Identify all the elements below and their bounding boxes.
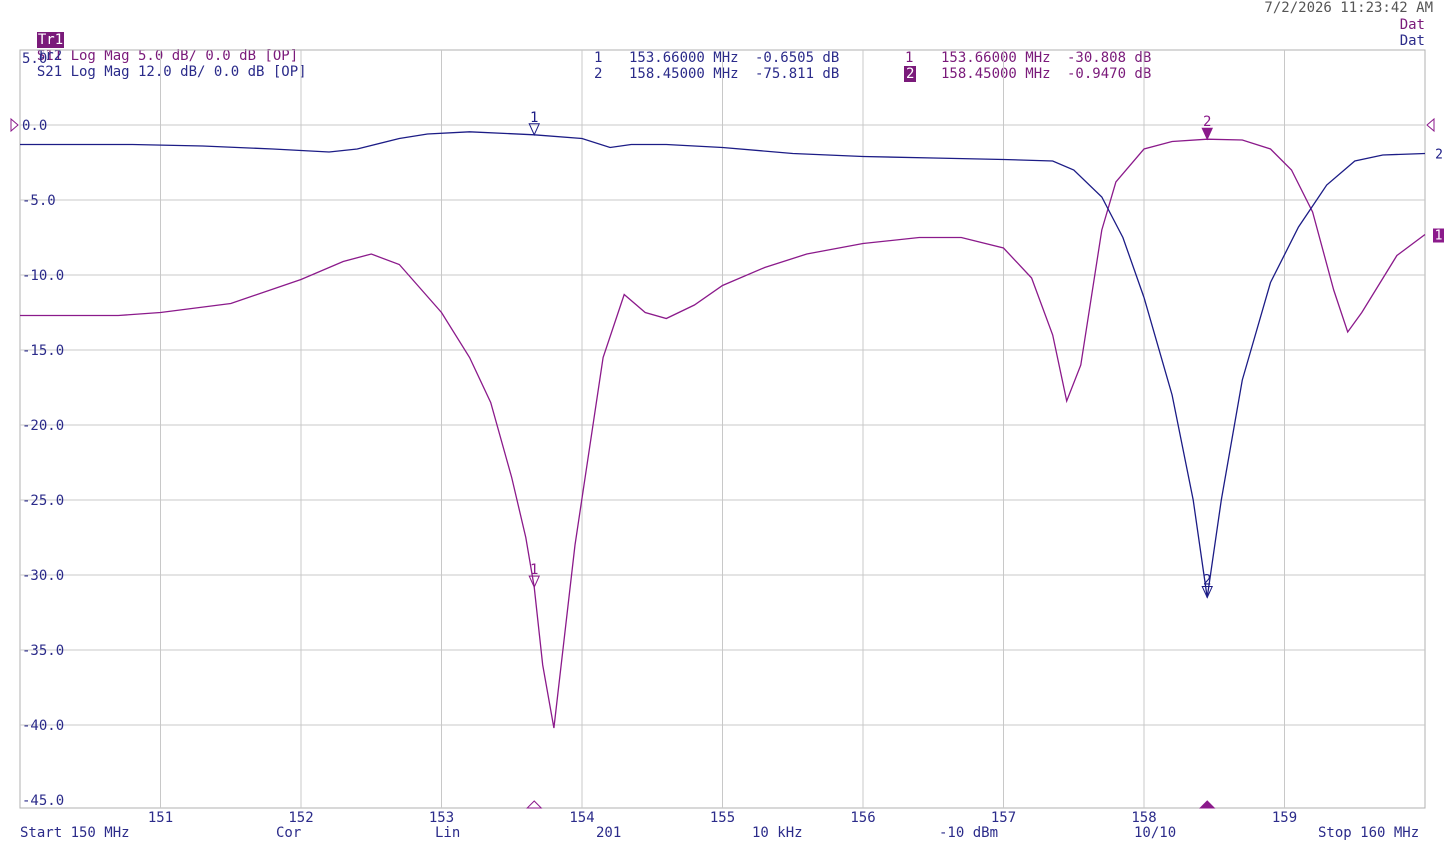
reference-arrow-right[interactable] xyxy=(1426,117,1435,133)
x-tick-label: 156 xyxy=(850,810,875,826)
y-tick-label: -20.0 xyxy=(22,418,64,434)
x-tick-label: 155 xyxy=(710,810,735,826)
x-tick-label: 159 xyxy=(1272,810,1297,826)
x-tick-label: 151 xyxy=(148,810,173,826)
x-tick-label: 154 xyxy=(569,810,594,826)
x-tick-label: 153 xyxy=(429,810,454,826)
x-tick-label: 152 xyxy=(288,810,313,826)
reference-arrow-left[interactable] xyxy=(10,117,19,133)
y-tick-label: -30.0 xyxy=(22,568,64,584)
marker-label: 2 xyxy=(1203,114,1211,130)
sweep-points[interactable]: 201 xyxy=(596,825,621,841)
y-tick-label: 0.0 xyxy=(22,118,47,134)
y-tick-label: -5.0 xyxy=(22,193,56,209)
trace-plot[interactable]: 5.0 0.0 -5.0 -10.0 -15.0 -20.0 -25.0 -30.0 -35.0… xyxy=(0,0,1445,843)
source-power[interactable]: -10 dBm xyxy=(939,825,998,841)
trace-end-label: 2 xyxy=(1435,148,1443,163)
stimulus-marker[interactable] xyxy=(1199,800,1216,809)
marker-label: 1 xyxy=(530,110,538,126)
y-tick-label: -15.0 xyxy=(22,343,64,359)
marker-label: 2 xyxy=(1203,573,1211,589)
y-tick-label: 5.0 xyxy=(22,51,47,67)
averaging-count: 10/10 xyxy=(1134,825,1177,841)
x-tick-label: 157 xyxy=(991,810,1016,826)
sweep-type[interactable]: Lin xyxy=(435,825,460,841)
y-tick-label: -10.0 xyxy=(22,268,64,284)
stop-frequency[interactable]: Stop 160 MHz xyxy=(1318,825,1419,841)
stimulus-marker[interactable] xyxy=(526,800,543,809)
correction-status: Cor xyxy=(276,825,302,841)
y-tick-label: -45.0 xyxy=(22,793,64,809)
trace-end-label: 1 xyxy=(1435,229,1443,244)
x-tick-label: 158 xyxy=(1131,810,1156,826)
marker-label: 1 xyxy=(530,562,538,578)
y-tick-label: -40.0 xyxy=(22,718,64,734)
if-bandwidth[interactable]: 10 kHz xyxy=(752,825,803,841)
start-frequency[interactable]: Start 150 MHz xyxy=(20,825,130,841)
y-tick-label: -35.0 xyxy=(22,643,64,659)
y-tick-label: -25.0 xyxy=(22,493,64,509)
